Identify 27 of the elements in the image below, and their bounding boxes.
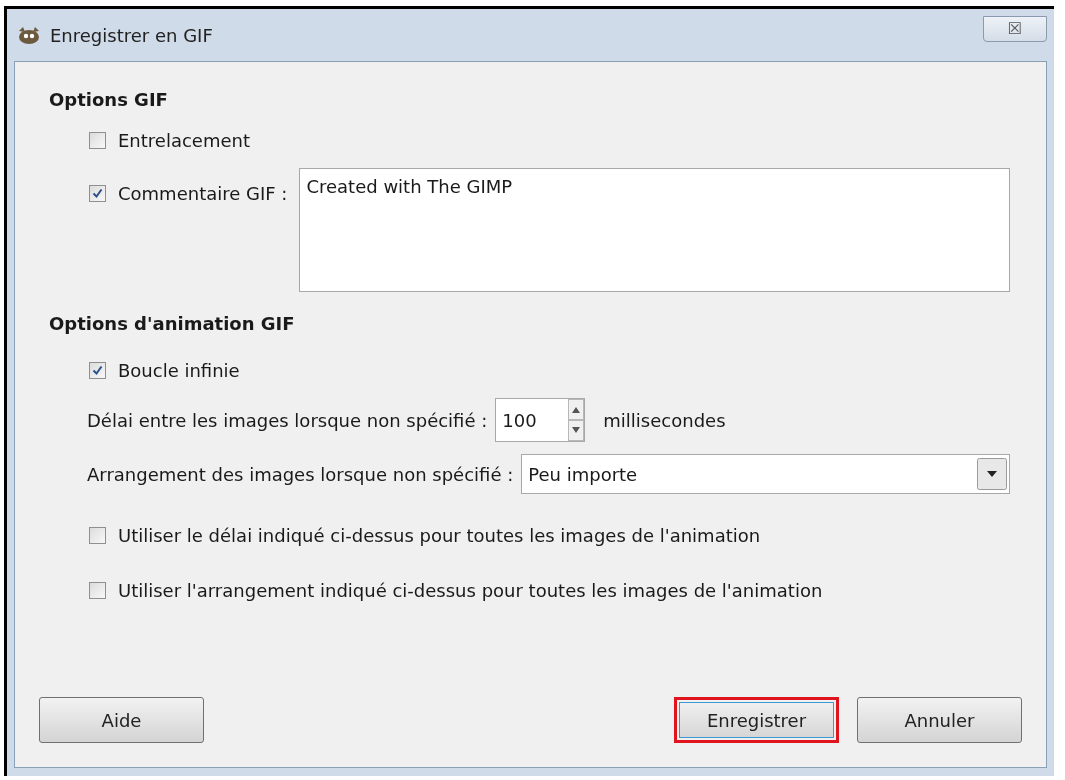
unit-label: millisecondes [603, 408, 726, 433]
checkbox[interactable] [89, 527, 106, 544]
delay-spin-field[interactable]: 100 [495, 398, 586, 442]
checkbox[interactable] [89, 362, 106, 379]
checkbox-label: Utiliser l'arrangement indiqué ci-dessus pour toutes les images de l'animation [118, 579, 823, 603]
field-label: Délai entre les images lorsque non spécifié : [87, 408, 488, 433]
app-logo-icon [16, 25, 42, 45]
disposal-dropdown[interactable]: Peu importe [521, 454, 1010, 494]
section-heading: Options d'animation GIF [49, 312, 296, 336]
checkbox-label: Commentaire GIF : [118, 182, 288, 206]
checkbox[interactable] [89, 582, 106, 599]
field-label: Arrangement des images lorsque non spécifié : [87, 462, 514, 487]
checkmark-icon [92, 188, 103, 199]
dialog-button[interactable]: Annuler [857, 697, 1022, 743]
checkbox[interactable] [89, 185, 106, 202]
checkbox-label: Entrelacement [118, 129, 250, 153]
window-title: Enregistrer en GIF [50, 23, 213, 48]
dialog-button[interactable]: Aide [39, 697, 204, 743]
close-button[interactable]: ☒ [983, 16, 1047, 42]
dialog-button[interactable]: Enregistrer [674, 697, 839, 743]
section-heading: Options GIF [49, 88, 169, 112]
spin-arrows-icon[interactable] [568, 399, 585, 441]
checkmark-icon [92, 365, 103, 376]
checkbox-label: Utiliser le délai indiqué ci-dessus pour toutes les images de l'animation [118, 524, 761, 548]
checkbox-label: Boucle infinie [118, 359, 240, 383]
checkbox[interactable] [89, 132, 106, 149]
comment-field[interactable]: Created with The GIMP [299, 168, 1010, 292]
